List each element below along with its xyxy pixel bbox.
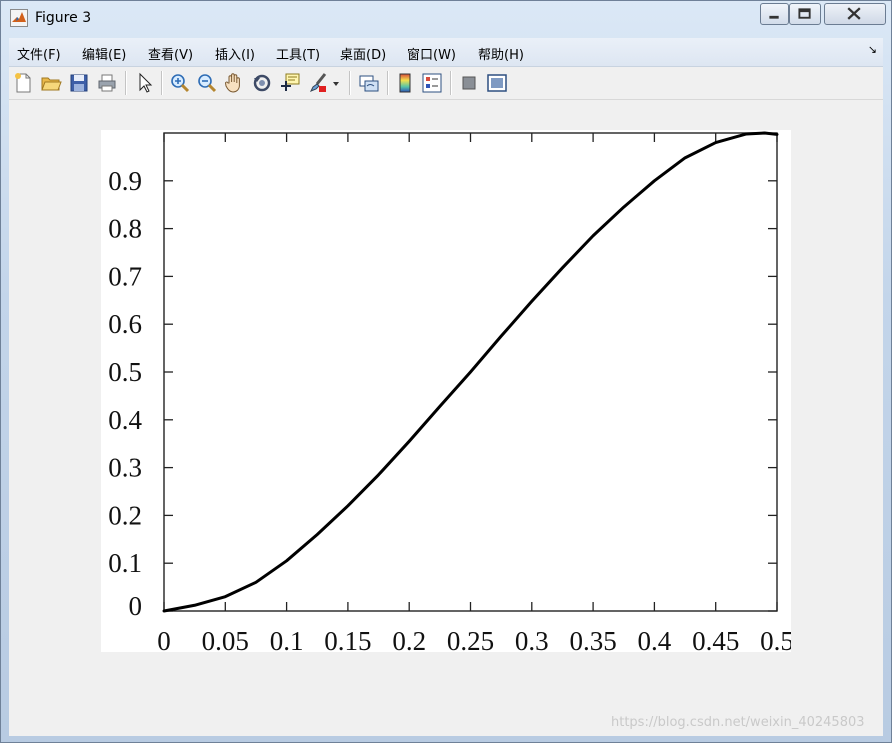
y-tick-label: 0.6	[108, 309, 142, 339]
menu-desktop[interactable]: 桌面(D)	[340, 44, 386, 63]
matlab-logo-icon	[10, 9, 28, 27]
zoom-out-icon[interactable]	[196, 72, 218, 94]
minimize-icon	[769, 15, 779, 19]
dock-arrow-icon[interactable]: ↘	[868, 43, 877, 56]
link-plot-icon[interactable]	[358, 72, 380, 94]
legend-icon[interactable]	[421, 72, 443, 94]
window-title: Figure 3	[35, 10, 92, 26]
y-tick-label: 0.3	[108, 453, 142, 483]
toolbar-separator	[349, 71, 351, 95]
toolbar-separator	[450, 71, 452, 95]
y-tick-label: 0.7	[108, 261, 142, 291]
hide-plot-tools-icon[interactable]	[458, 72, 480, 94]
y-tick-label: 0.5	[108, 357, 142, 387]
x-tick-label: 0.5	[760, 626, 791, 652]
menu-window[interactable]: 窗口(W)	[407, 44, 456, 63]
y-tick-label: 0.4	[108, 405, 142, 435]
brush-icon[interactable]	[307, 72, 329, 94]
menu-help[interactable]: 帮助(H)	[478, 44, 524, 63]
y-tick-label: 0.9	[108, 166, 142, 196]
y-tick-label: 0	[129, 591, 143, 621]
open-file-icon[interactable]	[40, 72, 62, 94]
x-tick-label: 0.35	[569, 626, 616, 652]
x-tick-label: 0.05	[202, 626, 249, 652]
y-tick-label: 0.8	[108, 214, 142, 244]
close-button[interactable]	[824, 3, 886, 25]
brush-dropdown-icon[interactable]	[331, 72, 341, 94]
print-icon[interactable]	[96, 72, 118, 94]
toolbar-separator	[387, 71, 389, 95]
show-plot-tools-icon[interactable]	[486, 72, 508, 94]
x-tick-label: 0.1	[270, 626, 304, 652]
data-cursor-icon[interactable]	[279, 72, 301, 94]
figure-canvas: 0 0.05 0.1 0.15 0.2 0.25 0.3 0.35 0.4 0.45 0.5 0 0.1…	[9, 100, 883, 736]
x-tick-label: 0	[157, 626, 171, 652]
x-tick-label: 0.2	[392, 626, 426, 652]
y-tick-label: 0.2	[108, 500, 142, 530]
maximize-icon	[798, 8, 811, 19]
menu-file[interactable]: 文件(F)	[17, 44, 61, 63]
menu-view[interactable]: 查看(V)	[148, 44, 193, 63]
menu-bar: 文件(F) 编辑(E) 查看(V) 插入(I) 工具(T) 桌面(D) 窗口(W…	[9, 38, 883, 67]
x-tick-label: 0.45	[692, 626, 739, 652]
maximize-button[interactable]	[789, 3, 821, 25]
colorbar-icon[interactable]	[394, 72, 416, 94]
y-tick-label: 0.1	[108, 548, 142, 578]
edit-plot-arrow-icon[interactable]	[134, 72, 156, 94]
line-plot[interactable]: 0 0.05 0.1 0.15 0.2 0.25 0.3 0.35 0.4 0.45 0.5 0 0.1…	[101, 130, 791, 652]
figure-window: Figure 3 文件(F) 编辑(E) 查看(V) 插入(I) 工具(T) 桌…	[0, 0, 892, 743]
x-tick-label: 0.25	[447, 626, 494, 652]
title-bar[interactable]: Figure 3	[1, 1, 891, 35]
new-figure-icon[interactable]	[12, 72, 34, 94]
rotate-3d-icon[interactable]	[251, 72, 273, 94]
zoom-in-icon[interactable]	[169, 72, 191, 94]
close-icon	[847, 7, 861, 20]
menu-edit[interactable]: 编辑(E)	[82, 44, 126, 63]
menu-insert[interactable]: 插入(I)	[215, 44, 255, 63]
minimize-button[interactable]	[760, 3, 789, 25]
toolbar-separator	[125, 71, 127, 95]
plot-background	[101, 130, 791, 652]
x-tick-label: 0.4	[638, 626, 672, 652]
save-icon[interactable]	[68, 72, 90, 94]
figure-toolbar	[9, 67, 883, 100]
x-tick-label: 0.3	[515, 626, 549, 652]
toolbar-separator	[161, 71, 163, 95]
watermark: https://blog.csdn.net/weixin_40245803	[611, 715, 865, 730]
pan-hand-icon[interactable]	[223, 72, 245, 94]
menu-tools[interactable]: 工具(T)	[276, 44, 320, 63]
x-tick-label: 0.15	[324, 626, 371, 652]
